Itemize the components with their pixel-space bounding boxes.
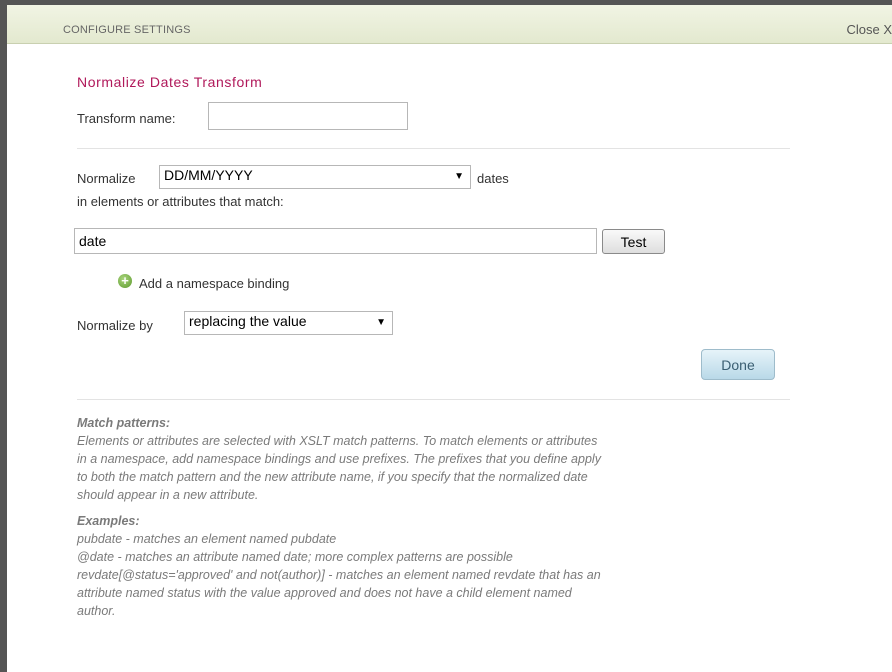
chevron-down-icon: ▼ — [454, 171, 464, 182]
normalize-by-label: Normalize by — [77, 318, 153, 333]
example-line: author. — [77, 604, 116, 618]
help-text-line: should appear in a new attribute. — [77, 488, 259, 502]
done-button[interactable]: Done — [701, 349, 775, 380]
match-pattern-input[interactable] — [74, 228, 597, 254]
transform-name-input[interactable] — [208, 102, 408, 130]
add-icon[interactable]: + — [118, 274, 132, 288]
normalize-label: Normalize — [77, 171, 136, 186]
dialog-header: CONFIGURE SETTINGS Close X — [7, 5, 892, 44]
date-format-value: DD/MM/YYYY — [164, 167, 253, 183]
chevron-down-icon: ▼ — [376, 317, 386, 328]
dates-label: dates — [477, 171, 509, 186]
close-button[interactable]: Close X — [846, 22, 892, 37]
examples-heading: Examples: — [77, 514, 140, 528]
help-text-line: in a namespace, add namespace bindings a… — [77, 452, 601, 466]
add-namespace-link[interactable]: Add a namespace binding — [139, 276, 289, 291]
example-line: pubdate - matches an element named pubda… — [77, 532, 337, 546]
match-patterns-heading: Match patterns: — [77, 416, 171, 430]
example-line: revdate[@status='approved' and not(autho… — [77, 568, 601, 582]
date-format-select[interactable]: DD/MM/YYYY ▼ — [159, 165, 471, 189]
match-label: in elements or attributes that match: — [77, 194, 284, 209]
dialog-title: CONFIGURE SETTINGS — [63, 24, 191, 36]
transform-name-label: Transform name: — [77, 111, 176, 126]
example-line: attribute named status with the value ap… — [77, 586, 572, 600]
divider — [77, 399, 790, 400]
window-frame-left — [0, 0, 7, 672]
example-line: @date - matches an attribute named date;… — [77, 550, 513, 564]
help-text-line: Elements or attributes are selected with… — [77, 434, 598, 448]
normalize-by-value: replacing the value — [189, 313, 307, 329]
help-text-line: to both the match pattern and the new at… — [77, 470, 588, 484]
divider — [77, 148, 790, 149]
form-title: Normalize Dates Transform — [77, 74, 263, 90]
test-button[interactable]: Test — [602, 229, 665, 254]
normalize-by-select[interactable]: replacing the value ▼ — [184, 311, 393, 335]
